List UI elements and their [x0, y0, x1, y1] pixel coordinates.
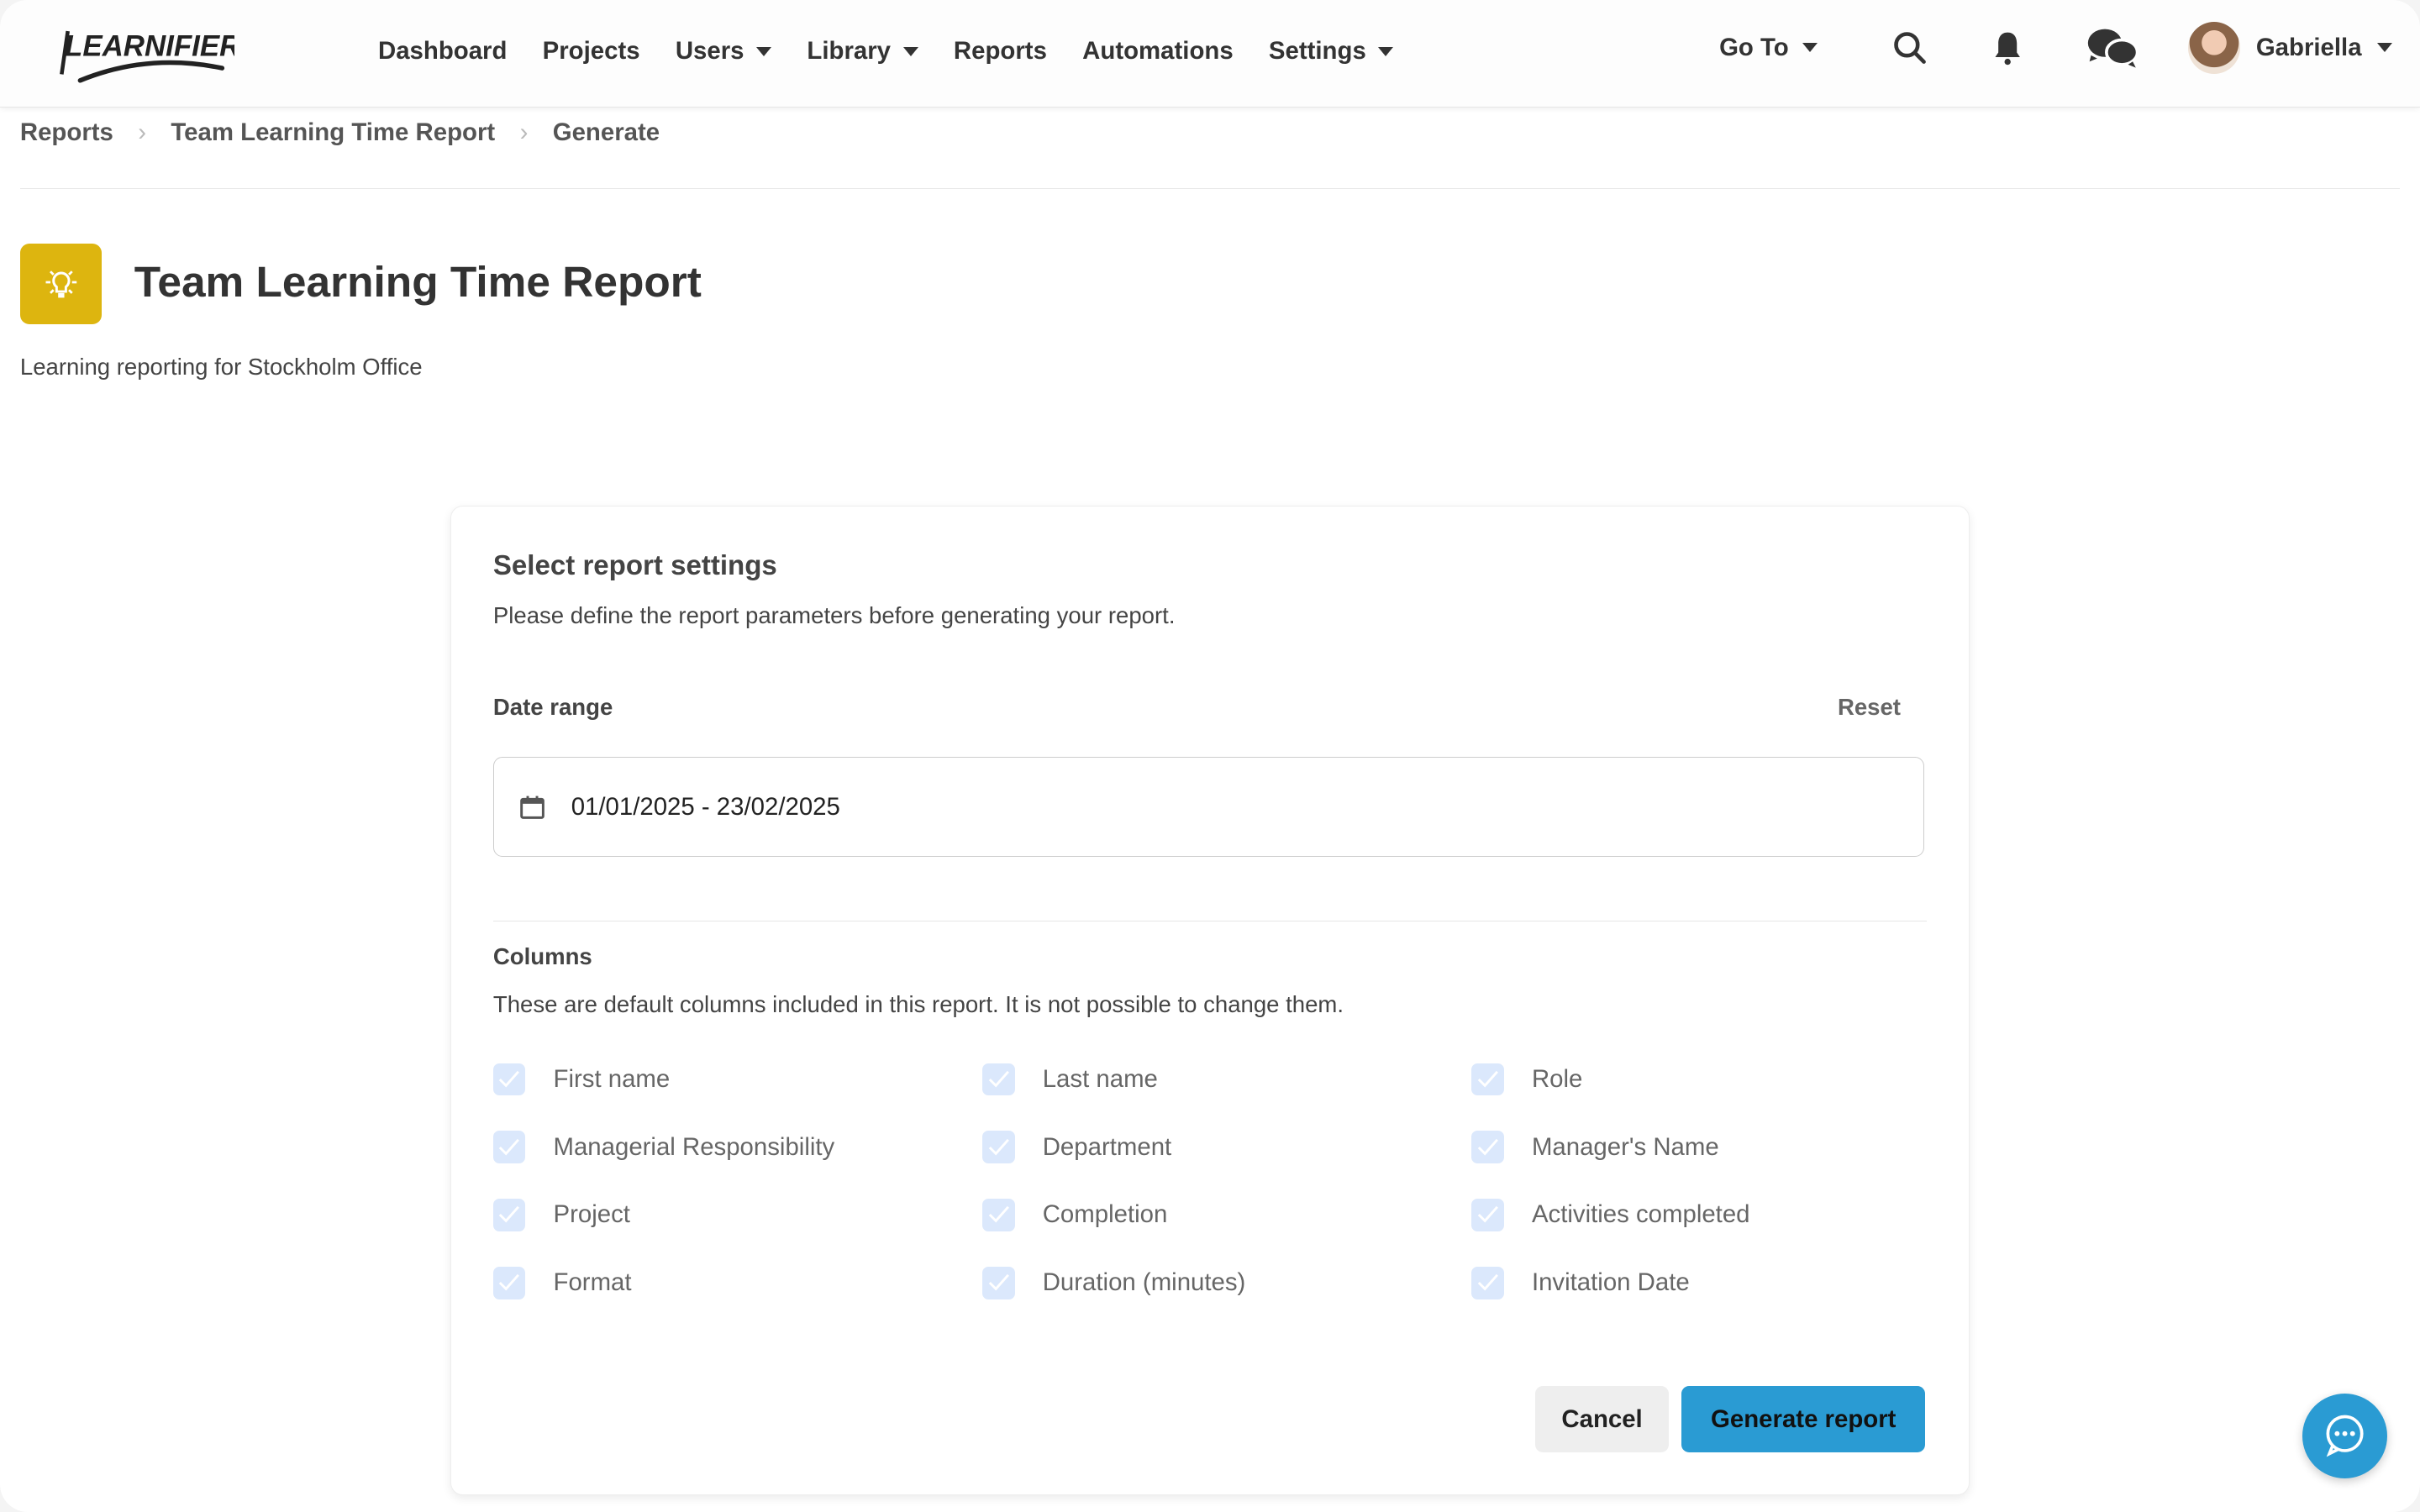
- column-label: Department: [1042, 1132, 1172, 1161]
- checkbox-checked-icon: [1471, 1199, 1504, 1231]
- top-navbar: LEARNIFIER Dashboard Projects Users Libr…: [0, 0, 2420, 108]
- column-checkbox: Completion: [982, 1198, 1471, 1231]
- column-checkbox: Last name: [982, 1063, 1471, 1096]
- column-checkbox: Format: [492, 1266, 982, 1299]
- column-label: Managerial Responsibility: [553, 1132, 835, 1161]
- column-label: Manager's Name: [1531, 1132, 1719, 1161]
- divider: [19, 188, 2401, 189]
- goto-menu[interactable]: Go To: [1719, 34, 1818, 62]
- checkbox-checked-icon: [1471, 1131, 1504, 1163]
- columns-grid: First name Last name Role Managerial Respon…: [492, 1063, 1934, 1300]
- column-label: Role: [1531, 1064, 1583, 1093]
- generate-report-button[interactable]: Generate report: [1681, 1386, 1926, 1453]
- date-range-value: 01/01/2025 - 23/02/2025: [571, 792, 840, 821]
- checkbox-checked-icon: [982, 1199, 1015, 1231]
- nav-settings[interactable]: Settings: [1269, 37, 1394, 66]
- column-checkbox: Manager's Name: [1471, 1130, 1934, 1163]
- chevron-down-icon: [1802, 43, 1818, 53]
- column-label: Last name: [1042, 1064, 1158, 1093]
- nav-library-label: Library: [807, 37, 891, 66]
- column-checkbox: Department: [982, 1130, 1471, 1163]
- column-checkbox: Invitation Date: [1471, 1266, 1934, 1299]
- card-title: Select report settings: [492, 549, 777, 581]
- chat-support-button[interactable]: [2302, 1393, 2388, 1478]
- breadcrumb-reports[interactable]: Reports: [20, 118, 113, 147]
- column-label: Invitation Date: [1531, 1268, 1690, 1297]
- checkbox-checked-icon: [1471, 1063, 1504, 1096]
- calendar-icon: [520, 795, 545, 819]
- date-range-input[interactable]: 01/01/2025 - 23/02/2025: [492, 756, 1924, 858]
- column-label: Activities completed: [1531, 1200, 1750, 1229]
- columns-label: Columns: [492, 943, 592, 970]
- bell-icon[interactable]: [1991, 29, 2024, 66]
- nav-users[interactable]: Users: [675, 37, 772, 66]
- nav-automations[interactable]: Automations: [1082, 37, 1234, 66]
- breadcrumb: Reports › Team Learning Time Report › Gene…: [20, 118, 660, 147]
- nav-library[interactable]: Library: [807, 37, 918, 66]
- goto-label: Go To: [1719, 33, 1789, 61]
- column-label: Format: [553, 1268, 632, 1297]
- reset-button[interactable]: Reset: [1838, 694, 1901, 721]
- column-label: Duration (minutes): [1042, 1268, 1246, 1297]
- user-name: Gabriella: [2255, 33, 2362, 61]
- chat-bubbles-icon[interactable]: [2086, 26, 2139, 69]
- user-menu[interactable]: Gabriella: [2256, 34, 2392, 62]
- main-nav: Dashboard Projects Users Library Reports…: [378, 37, 1394, 66]
- breadcrumb-generate: Generate: [552, 118, 660, 147]
- checkbox-checked-icon: [492, 1267, 526, 1299]
- date-range-label: Date range: [492, 693, 613, 720]
- checkbox-checked-icon: [982, 1267, 1015, 1299]
- navbar-right: Go To Gabriella: [1719, 21, 2392, 75]
- chevron-right-icon: ›: [519, 118, 529, 147]
- checkbox-checked-icon: [982, 1131, 1015, 1163]
- column-label: Completion: [1042, 1200, 1168, 1229]
- chevron-down-icon: [902, 46, 918, 56]
- chevron-down-icon: [2376, 43, 2392, 53]
- chevron-down-icon: [756, 46, 772, 56]
- column-checkbox: Duration (minutes): [982, 1266, 1471, 1299]
- chevron-down-icon: [1378, 46, 1394, 56]
- report-settings-card: Select report settings Please define the…: [450, 506, 1970, 1495]
- checkbox-checked-icon: [982, 1063, 1015, 1096]
- search-icon[interactable]: [1891, 29, 1928, 66]
- chat-icon: [2326, 1415, 2364, 1457]
- nav-projects[interactable]: Projects: [543, 37, 640, 66]
- column-label: First name: [553, 1064, 671, 1093]
- checkbox-checked-icon: [1471, 1267, 1504, 1299]
- avatar[interactable]: [2188, 21, 2241, 75]
- card-description: Please define the report parameters befo…: [492, 602, 1176, 629]
- checkbox-checked-icon: [492, 1131, 526, 1163]
- page-title: Team Learning Time Report: [134, 256, 702, 306]
- column-label: Project: [553, 1200, 630, 1229]
- svg-text:LEARNIFIER: LEARNIFIER: [65, 29, 234, 62]
- nav-dashboard[interactable]: Dashboard: [378, 37, 507, 66]
- checkbox-checked-icon: [492, 1199, 526, 1231]
- column-checkbox: First name: [492, 1063, 982, 1096]
- app-window: LEARNIFIER Dashboard Projects Users Libr…: [0, 0, 2420, 1512]
- checkbox-checked-icon: [492, 1063, 526, 1096]
- nav-users-label: Users: [675, 37, 744, 66]
- column-checkbox: Activities completed: [1471, 1198, 1934, 1231]
- nav-settings-label: Settings: [1268, 37, 1366, 66]
- learnifier-logo[interactable]: LEARNIFIER: [55, 22, 240, 93]
- lightbulb-icon: [19, 244, 103, 324]
- nav-reports[interactable]: Reports: [954, 37, 1047, 66]
- breadcrumb-report[interactable]: Team Learning Time Report: [171, 118, 495, 147]
- chevron-right-icon: ›: [138, 118, 147, 147]
- cancel-button[interactable]: Cancel: [1534, 1386, 1670, 1453]
- column-checkbox: Managerial Responsibility: [492, 1130, 982, 1163]
- page-subtitle: Learning reporting for Stockholm Office: [19, 353, 423, 380]
- column-checkbox: Role: [1471, 1063, 1934, 1096]
- columns-description: These are default columns included in th…: [492, 991, 1344, 1018]
- column-checkbox: Project: [492, 1198, 982, 1231]
